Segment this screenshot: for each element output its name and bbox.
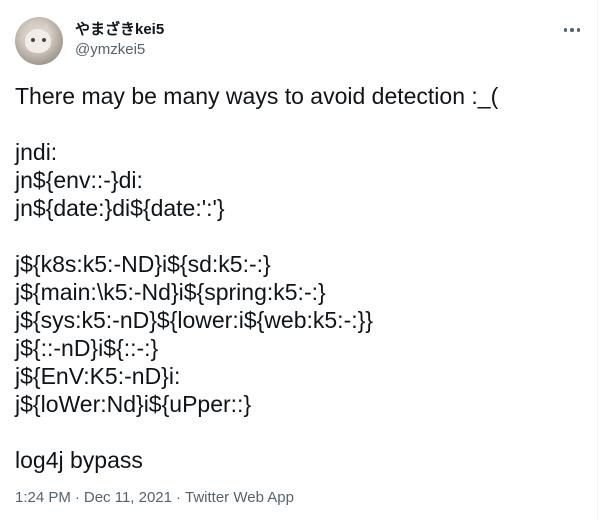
tweet-intro: There may be many ways to avoid detectio… — [15, 83, 499, 109]
meta-separator: · — [176, 489, 181, 506]
tweet-line: j${EnV:K5:-nD}i: — [15, 363, 181, 389]
tweet-text: There may be many ways to avoid detectio… — [15, 82, 585, 474]
avatar-eye-left — [31, 38, 35, 42]
tweet-date[interactable]: Dec 11, 2021 — [84, 489, 172, 506]
tweet-line: j${::-nD}i${::-:} — [15, 335, 159, 361]
more-horizontal-icon-dot — [570, 28, 574, 32]
author-display-name[interactable]: やまざきkei5 — [75, 20, 164, 40]
tweet-line: jn${date:}di${date:':'} — [15, 195, 225, 221]
tweet-meta: 1:24 PM · Dec 11, 2021 · Twitter Web App — [15, 488, 294, 508]
tweet-line: jn${env::-}di: — [15, 167, 143, 193]
author-handle[interactable]: @ymzkei5 — [75, 40, 145, 60]
tweet-card: やまざきkei5 @ymzkei5 There may be many ways… — [0, 0, 598, 520]
meta-separator: · — [74, 489, 80, 506]
tweet-line: jndi: — [15, 139, 58, 165]
avatar-face — [25, 29, 51, 53]
tweet-source[interactable]: Twitter Web App — [185, 489, 294, 506]
avatar-eye-right — [42, 38, 46, 42]
tweet-outro: log4j bypass — [15, 447, 143, 473]
tweet-line: j${k8s:k5:-ND}i${sd:k5:-:} — [15, 251, 271, 277]
more-options-button[interactable] — [558, 18, 586, 42]
tweet-line: j${main:\k5:-Nd}i${spring:k5:-:} — [15, 279, 326, 305]
tweet-line: j${sys:k5:-nD}${lower:i${web:k5:-:}} — [15, 307, 373, 333]
more-horizontal-icon — [563, 28, 568, 32]
tweet-time[interactable]: 1:24 PM — [15, 489, 71, 506]
tweet-line: j${loWer:Nd}i${uPper::} — [15, 391, 252, 417]
avatar[interactable] — [15, 17, 63, 65]
more-horizontal-icon-dot — [576, 28, 581, 32]
